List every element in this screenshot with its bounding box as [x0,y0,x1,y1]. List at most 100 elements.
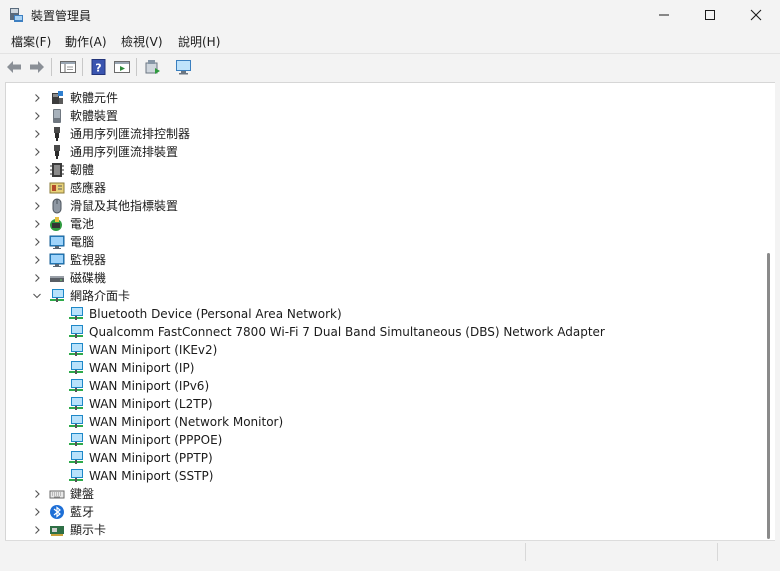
maximize-icon [705,10,715,20]
expand-chevron-icon[interactable] [32,125,42,143]
tree-category-software-component[interactable]: 軟體元件 [6,89,756,107]
tree-category-firmware[interactable]: 韌體 [6,161,756,179]
tree-category-label: 電池 [70,217,95,231]
window-title: 裝置管理員 [31,9,92,23]
menu-view[interactable]: 檢視(V) [121,33,163,50]
toolbar-separator [136,58,137,76]
tree-category-display-adapter[interactable]: 顯示卡 [6,521,756,539]
tree-device-network-adapter[interactable]: WAN Miniport (L2TP) [6,395,756,413]
tree-category-mouse[interactable]: 滑鼠及其他指標裝置 [6,197,756,215]
menu-bar: 檔案(F) 動作(A) 檢視(V) 說明(H) [0,30,780,52]
menu-file[interactable]: 檔案(F) [11,33,51,50]
back-arrow-icon[interactable] [5,58,23,76]
tree-device-network-adapter[interactable]: Qualcomm FastConnect 7800 Wi-Fi 7 Dual B… [6,323,756,341]
expand-chevron-icon[interactable] [32,89,42,107]
title-bar[interactable]: 裝置管理員 [0,0,780,30]
properties-icon[interactable] [59,58,77,76]
tree-category-monitor[interactable]: 監視器 [6,251,756,269]
tree-category-computer[interactable]: 電腦 [6,233,756,251]
tree-device-label: WAN Miniport (PPTP) [89,451,213,465]
tree-category-label: 滑鼠及其他指標裝置 [70,199,179,213]
network-adapter-icon [69,361,83,374]
minimize-button[interactable] [641,0,687,30]
status-divider [717,543,718,561]
tree-device-label: WAN Miniport (L2TP) [89,397,213,411]
bluetooth-icon [50,505,64,519]
tree-device-network-adapter[interactable]: WAN Miniport (IPv6) [6,377,756,395]
tree-category-software-device[interactable]: 軟體裝置 [6,107,756,125]
tree-category-usb-device[interactable]: 通用序列匯流排裝置 [6,143,756,161]
mouse-icon [52,198,62,214]
tree-category-label: 軟體裝置 [70,109,119,123]
expand-chevron-icon[interactable] [32,503,42,521]
tree-category-label: 藍牙 [70,505,95,519]
tree-device-network-adapter[interactable]: WAN Miniport (SSTP) [6,467,756,485]
expand-chevron-icon[interactable] [32,215,42,233]
disk-drive-icon [50,276,64,282]
tree-category-usb-controller[interactable]: 通用序列匯流排控制器 [6,125,756,143]
network-adapter-icon [69,343,83,356]
toolbar: ? [0,53,780,80]
expand-chevron-icon[interactable] [32,521,42,539]
tree-category-sensor[interactable]: 感應器 [6,179,756,197]
network-adapter-icon [69,307,83,320]
usb-device-icon [54,145,60,159]
tree-category-network-adapter[interactable]: 網路介面卡 [6,287,756,305]
tree-category-label: 韌體 [70,163,95,177]
expand-chevron-icon[interactable] [32,251,42,269]
tree-device-label: WAN Miniport (SSTP) [89,469,214,483]
tree-category-disk-drive[interactable]: 磁碟機 [6,269,756,287]
help-icon[interactable]: ? [90,58,108,76]
tree-device-network-adapter[interactable]: WAN Miniport (IKEv2) [6,341,756,359]
toolbar-separator [51,58,52,76]
tree-device-label: WAN Miniport (PPPOE) [89,433,223,447]
tree-device-network-adapter[interactable]: WAN Miniport (Network Monitor) [6,413,756,431]
expand-chevron-icon[interactable] [32,197,42,215]
tree-category-battery[interactable]: 電池 [6,215,756,233]
usb-controller-icon [54,127,60,141]
tree-device-network-adapter[interactable]: Bluetooth Device (Personal Area Network) [6,305,756,323]
expand-chevron-icon[interactable] [32,107,42,125]
menu-action[interactable]: 動作(A) [65,33,107,50]
scrollbar-thumb[interactable] [767,253,770,539]
expand-chevron-icon[interactable] [32,269,42,287]
tree-device-label: WAN Miniport (IPv6) [89,379,210,393]
scan-hardware-icon[interactable] [175,58,193,76]
network-adapter-icon [69,469,83,482]
status-bar [5,540,775,565]
tree-device-network-adapter[interactable]: WAN Miniport (PPPOE) [6,431,756,449]
expand-chevron-icon[interactable] [32,485,42,503]
battery-icon [50,217,62,231]
network-adapter-icon [69,433,83,446]
tree-category-label: 電腦 [70,235,95,249]
maximize-button[interactable] [687,0,733,30]
view-icon[interactable] [113,58,131,76]
network-adapter-icon [69,415,83,428]
expand-chevron-icon[interactable] [32,143,42,161]
vertical-scrollbar[interactable] [763,82,775,541]
network-adapter-icon [69,397,83,410]
collapse-chevron-icon[interactable] [32,287,42,305]
tree-category-bluetooth[interactable]: 藍牙 [6,503,756,521]
sensor-icon [49,182,65,194]
monitor-icon [49,253,65,267]
device-tree[interactable]: 軟體元件軟體裝置通用序列匯流排控制器 通用序列匯流排裝置韌體感應器滑鼠及其他指標裝… [5,82,764,541]
status-divider [525,543,526,561]
expand-chevron-icon[interactable] [32,179,42,197]
forward-arrow-icon[interactable] [28,58,46,76]
tree-category-keyboard[interactable]: 鍵盤 [6,485,756,503]
tree-device-network-adapter[interactable]: WAN Miniport (IP) [6,359,756,377]
tree-device-label: Bluetooth Device (Personal Area Network) [89,307,342,321]
update-driver-icon[interactable] [144,58,162,76]
expand-chevron-icon[interactable] [32,161,42,179]
expand-chevron-icon[interactable] [32,233,42,251]
menu-help[interactable]: 說明(H) [178,33,220,50]
close-button[interactable] [733,0,779,30]
device-manager-icon [10,8,23,22]
tree-device-network-adapter[interactable]: WAN Miniport (PPTP) [6,449,756,467]
network-adapter-icon [69,325,83,338]
computer-icon [49,235,65,249]
tree-category-label: 軟體元件 [70,91,119,105]
close-icon [750,9,762,21]
svg-text:?: ? [95,62,101,75]
